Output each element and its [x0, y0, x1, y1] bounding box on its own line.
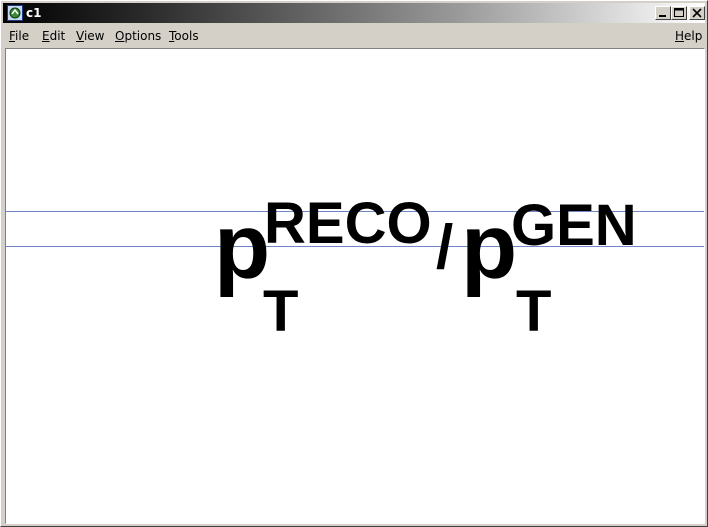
minimize-icon [659, 15, 666, 17]
menu-options[interactable]: Options [115, 29, 161, 43]
root-canvas-icon[interactable] [7, 5, 23, 21]
formula-p-numerator: p [214, 196, 271, 298]
maximize-icon [674, 8, 684, 17]
minimize-button[interactable] [655, 6, 671, 20]
window-title: c1 [26, 6, 42, 20]
maximize-button[interactable] [671, 6, 687, 20]
close-button[interactable] [689, 6, 705, 20]
close-icon [692, 8, 702, 18]
formula-subscript-t-numerator: T [263, 279, 299, 344]
formula-superscript-gen: GEN [511, 193, 637, 258]
title-bar[interactable]: c1 [3, 3, 705, 23]
menu-tools[interactable]: Tools [169, 29, 199, 43]
formula-subscript-t-denominator: T [516, 279, 552, 344]
formula-p-denominator: p [461, 196, 518, 298]
formula-superscript-reco: RECO [264, 191, 432, 256]
menu-bar: File Edit View Options Tools Help [3, 25, 705, 47]
menu-file[interactable]: File [9, 29, 29, 43]
formula-slash: / [436, 213, 454, 282]
menu-view[interactable]: View [76, 29, 104, 43]
drawing-canvas[interactable]: p RECO T / p GEN T [5, 48, 705, 524]
menu-edit[interactable]: Edit [42, 29, 65, 43]
root-canvas-window: c1 File Edit View Options Tools Help p R… [0, 0, 708, 527]
menu-help[interactable]: Help [675, 29, 702, 43]
